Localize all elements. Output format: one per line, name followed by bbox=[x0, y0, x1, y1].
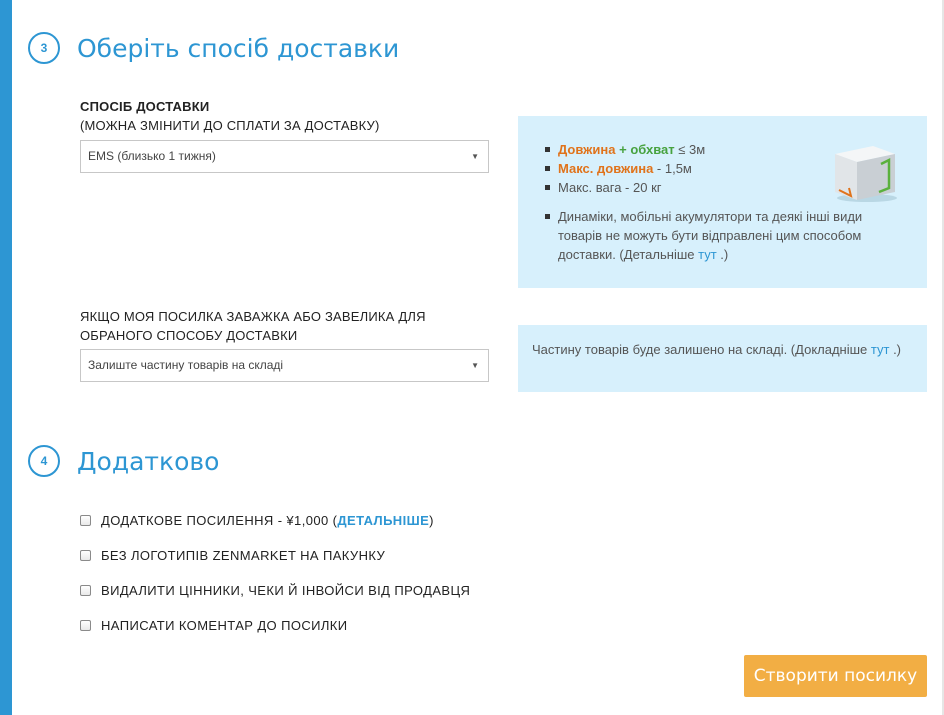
length-label: Довжина bbox=[558, 142, 616, 157]
overweight-details-link[interactable]: тут bbox=[871, 342, 890, 357]
overweight-label: ЯКЩО МОЯ ПОСИЛКА ЗАВАЖКА АБО ЗАВЕЛИКА ДЛ… bbox=[80, 307, 426, 345]
option-no-logos[interactable]: БЕЗ ЛОГОТИПІВ ZENMARKET НА ПАКУНКУ bbox=[80, 548, 385, 563]
option-label: ВИДАЛИТИ ЦІННИКИ, ЧЕКИ Й ІНВОЙСИ ВІД ПРО… bbox=[101, 583, 471, 598]
overweight-action-value: Залиште частину товарів на складі bbox=[88, 358, 284, 372]
option-label: БЕЗ ЛОГОТИПІВ ZENMARKET НА ПАКУНКУ bbox=[101, 548, 386, 563]
step-4-number: 4 bbox=[28, 445, 60, 477]
step-4-title: Додатково bbox=[77, 446, 220, 476]
max-length-label: Макс. довжина bbox=[558, 161, 654, 176]
overweight-info-text: Частину товарів буде залишено на складі.… bbox=[532, 342, 871, 357]
overweight-label-line2: ОБРАНОГО СПОСОБУ ДОСТАВКИ bbox=[80, 328, 298, 343]
overweight-label-line1: ЯКЩО МОЯ ПОСИЛКА ЗАВАЖКА АБО ЗАВЕЛИКА ДЛ… bbox=[80, 309, 426, 324]
create-parcel-button[interactable]: Створити посилку bbox=[744, 655, 927, 697]
shipping-info-panel: Довжина + обхват ≤ 3м Макс. довжина - 1,… bbox=[518, 116, 927, 288]
option-extra-reinforcement[interactable]: ДОДАТКОВЕ ПОСИЛЕННЯ - ¥1,000 (ДЕТАЛЬНІШЕ… bbox=[80, 513, 434, 528]
shipping-note-list: Динаміки, мобільні акумулятори та деякі … bbox=[545, 207, 897, 264]
shipping-method-label: СПОСІБ ДОСТАВКИ (МОЖНА ЗМІНИТИ ДО СПЛАТИ… bbox=[80, 97, 380, 135]
max-length-value: - 1,5м bbox=[653, 161, 692, 176]
option-label: НАПИСАТИ КОМЕНТАР ДО ПОСИЛКИ bbox=[101, 618, 348, 633]
step-3-number: 3 bbox=[28, 32, 60, 64]
note-end: .) bbox=[716, 247, 729, 262]
details-link[interactable]: тут bbox=[698, 247, 717, 262]
chevron-down-icon: ▼ bbox=[471, 361, 479, 370]
list-item: Динаміки, мобільні акумулятори та деякі … bbox=[545, 207, 897, 264]
option-remove-price-tags[interactable]: ВИДАЛИТИ ЦІННИКИ, ЧЕКИ Й ІНВОЙСИ ВІД ПРО… bbox=[80, 583, 470, 598]
checkbox-remove-price-tags[interactable] bbox=[80, 585, 91, 596]
reinforcement-details-link[interactable]: ДЕТАЛЬНІШЕ bbox=[337, 513, 429, 528]
left-accent-bar bbox=[0, 0, 12, 715]
step-4-header: 4 Додатково bbox=[28, 445, 219, 477]
option-write-comment[interactable]: НАПИСАТИ КОМЕНТАР ДО ПОСИЛКИ bbox=[80, 618, 348, 633]
step-3-header: 3 Оберіть спосіб доставки bbox=[28, 32, 399, 64]
overweight-action-select[interactable]: Залиште частину товарів на складі ▼ bbox=[80, 349, 489, 382]
step-3-title: Оберіть спосіб доставки bbox=[77, 33, 400, 63]
girth-label: обхват bbox=[630, 142, 675, 157]
checkbox-write-comment[interactable] bbox=[80, 620, 91, 631]
overweight-info-panel: Частину товарів буде залишено на складі.… bbox=[518, 325, 927, 392]
overweight-info-end: .) bbox=[889, 342, 902, 357]
max-weight: Макс. вага - 20 кг bbox=[558, 180, 662, 195]
shipping-method-select[interactable]: EMS (близько 1 тижня) ▼ bbox=[80, 140, 489, 173]
option-label-end: ) bbox=[429, 513, 434, 528]
checkbox-extra-reinforcement[interactable] bbox=[80, 515, 91, 526]
option-label: ДОДАТКОВЕ ПОСИЛЕННЯ - ¥1,000 ( bbox=[101, 513, 338, 528]
plus-sign: + bbox=[615, 142, 631, 157]
chevron-down-icon: ▼ bbox=[471, 152, 479, 161]
length-girth-value: ≤ 3м bbox=[674, 142, 706, 157]
shipping-method-value: EMS (близько 1 тижня) bbox=[88, 149, 216, 163]
checkbox-no-logos[interactable] bbox=[80, 550, 91, 561]
shipping-method-hint: (МОЖНА ЗМІНИТИ ДО СПЛАТИ ЗА ДОСТАВКУ) bbox=[80, 118, 380, 133]
package-box-icon bbox=[835, 146, 897, 202]
shipping-method-title: СПОСІБ ДОСТАВКИ bbox=[80, 99, 210, 114]
